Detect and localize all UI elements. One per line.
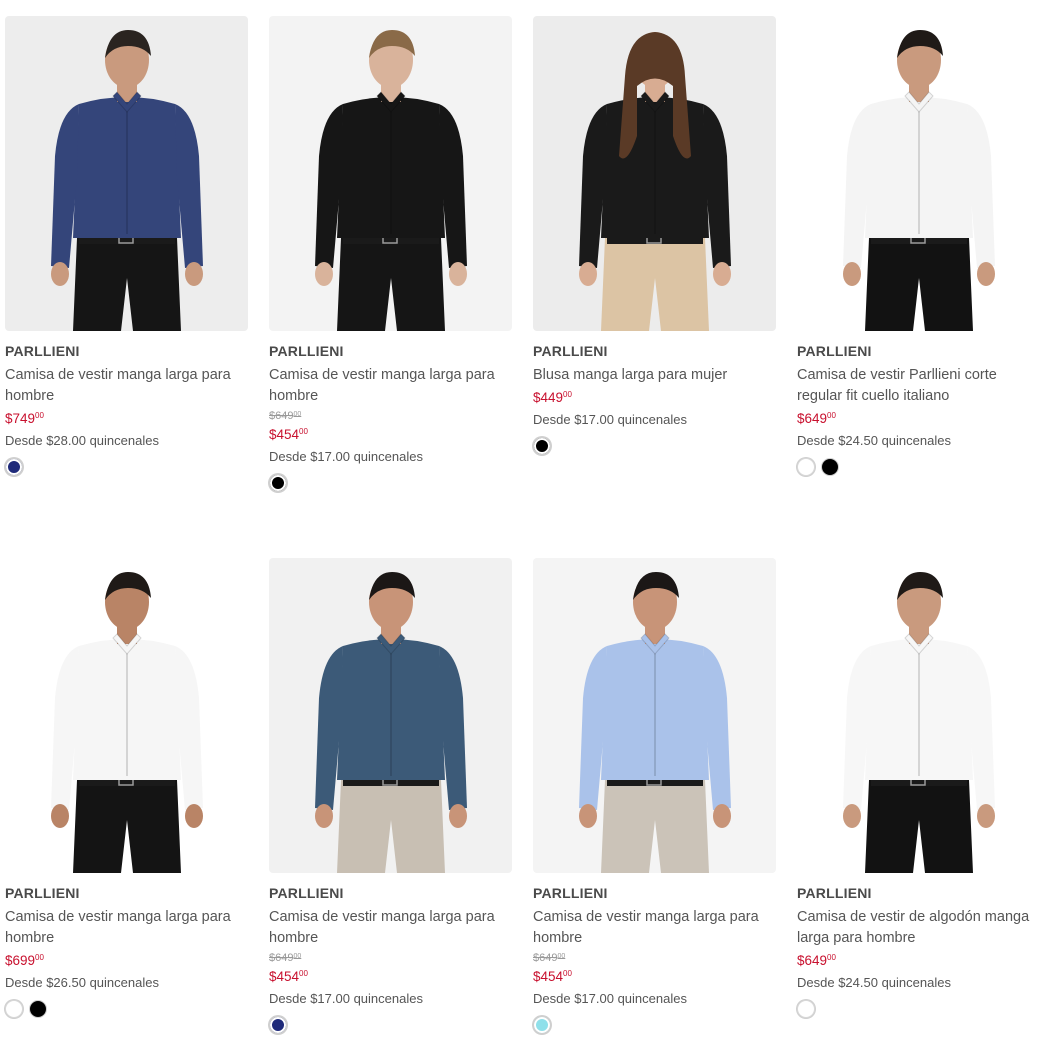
color-swatch[interactable] xyxy=(797,458,815,476)
sale-price: $44900 xyxy=(533,390,572,405)
color-swatch[interactable] xyxy=(533,437,551,455)
color-swatch[interactable] xyxy=(29,1000,47,1018)
sale-price: $45400 xyxy=(269,427,308,442)
color-swatches xyxy=(5,1000,248,1018)
product-brand: PARLLIENI xyxy=(797,885,872,901)
sale-price: $45400 xyxy=(269,969,308,984)
installments-text: Desde $17.00 quincenales xyxy=(533,991,687,1006)
product-card[interactable]: PARLLIENI Blusa manga larga para mujer $… xyxy=(533,16,776,455)
product-title[interactable]: Camisa de vestir manga larga para hombre xyxy=(533,907,776,949)
color-swatch[interactable] xyxy=(5,1000,23,1018)
product-title[interactable]: Blusa manga larga para mujer xyxy=(533,365,776,386)
product-card[interactable]: PARLLIENI Camisa de vestir de algodón ma… xyxy=(797,558,1040,1018)
sale-price: $45400 xyxy=(533,969,572,984)
product-brand: PARLLIENI xyxy=(269,343,344,359)
color-swatch[interactable] xyxy=(797,1000,815,1018)
product-brand: PARLLIENI xyxy=(5,885,80,901)
blue-patterned-shirt-image[interactable] xyxy=(269,558,512,873)
color-swatches xyxy=(797,458,1040,476)
product-title[interactable]: Camisa de vestir manga larga para hombre xyxy=(5,365,248,407)
product-card[interactable]: PARLLIENI Camisa de vestir manga larga p… xyxy=(269,16,512,492)
color-swatches xyxy=(533,1016,776,1034)
color-swatches xyxy=(5,458,248,476)
product-title[interactable]: Camisa de vestir manga larga para hombre xyxy=(269,907,512,949)
product-card[interactable]: PARLLIENI Camisa de vestir manga larga p… xyxy=(269,558,512,1034)
product-title[interactable]: Camisa de vestir manga larga para hombre xyxy=(5,907,248,949)
sale-price: $74900 xyxy=(5,411,44,426)
original-price: $64900 xyxy=(269,410,302,422)
color-swatches xyxy=(533,437,776,455)
white-cotton-shirt-image[interactable] xyxy=(797,558,1040,873)
color-swatch[interactable] xyxy=(5,458,23,476)
installments-text: Desde $24.50 quincenales xyxy=(797,975,951,990)
product-brand: PARLLIENI xyxy=(5,343,80,359)
original-price: $64900 xyxy=(269,952,302,964)
white-italian-collar-shirt-image[interactable] xyxy=(797,16,1040,331)
product-title[interactable]: Camisa de vestir manga larga para hombre xyxy=(269,365,512,407)
product-brand: PARLLIENI xyxy=(269,885,344,901)
color-swatch[interactable] xyxy=(533,1016,551,1034)
black-blouse-image[interactable] xyxy=(533,16,776,331)
sale-price: $64900 xyxy=(797,953,836,968)
product-brand: PARLLIENI xyxy=(533,885,608,901)
product-brand: PARLLIENI xyxy=(533,343,608,359)
product-card[interactable]: PARLLIENI Camisa de vestir manga larga p… xyxy=(5,558,248,1018)
color-swatch[interactable] xyxy=(821,458,839,476)
installments-text: Desde $17.00 quincenales xyxy=(269,449,423,464)
color-swatches xyxy=(269,1016,512,1034)
product-card[interactable]: PARLLIENI Camisa de vestir Parllieni cor… xyxy=(797,16,1040,476)
light-blue-shirt-image[interactable] xyxy=(533,558,776,873)
product-card[interactable]: PARLLIENI Camisa de vestir manga larga p… xyxy=(533,558,776,1034)
original-price: $64900 xyxy=(533,952,566,964)
black-dress-shirt-image[interactable] xyxy=(269,16,512,331)
color-swatch[interactable] xyxy=(269,1016,287,1034)
installments-text: Desde $28.00 quincenales xyxy=(5,433,159,448)
color-swatches xyxy=(269,474,512,492)
installments-text: Desde $26.50 quincenales xyxy=(5,975,159,990)
white-plus-size-shirt-image[interactable] xyxy=(5,558,248,873)
product-card[interactable]: PARLLIENI Camisa de vestir manga larga p… xyxy=(5,16,248,476)
color-swatch[interactable] xyxy=(269,474,287,492)
installments-text: Desde $24.50 quincenales xyxy=(797,433,951,448)
product-brand: PARLLIENI xyxy=(797,343,872,359)
sale-price: $69900 xyxy=(5,953,44,968)
product-title[interactable]: Camisa de vestir Parllieni corte regular… xyxy=(797,365,1040,407)
sale-price: $64900 xyxy=(797,411,836,426)
color-swatches xyxy=(797,1000,1040,1018)
navy-dress-shirt-image[interactable] xyxy=(5,16,248,331)
installments-text: Desde $17.00 quincenales xyxy=(269,991,423,1006)
product-title[interactable]: Camisa de vestir de algodón manga larga … xyxy=(797,907,1040,949)
installments-text: Desde $17.00 quincenales xyxy=(533,412,687,427)
